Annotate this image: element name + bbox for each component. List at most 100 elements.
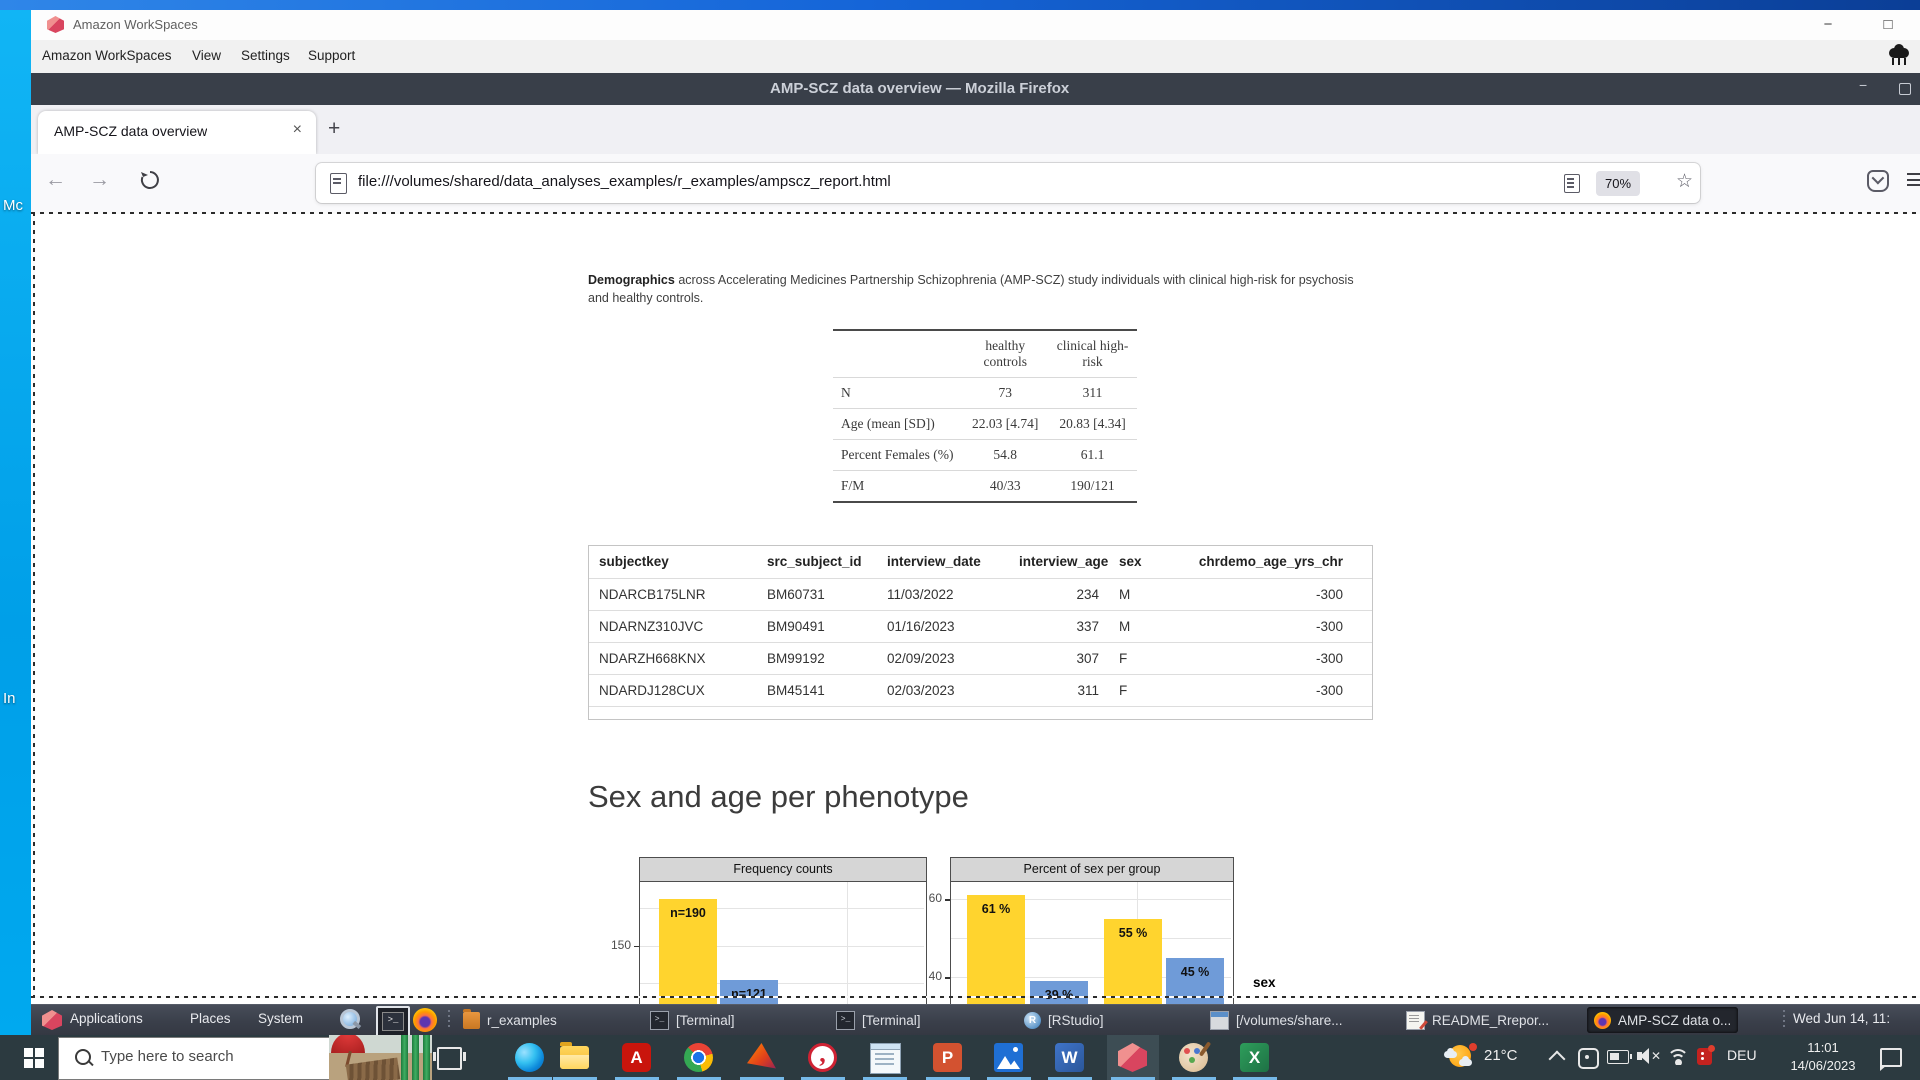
window-button[interactable]: AMP-SCZ data o... [1587, 1007, 1739, 1033]
paint-taskbar-button[interactable] [1168, 1035, 1220, 1080]
y-tick-label: 60 [928, 891, 942, 905]
comma-taskbar-button[interactable]: , [797, 1035, 849, 1080]
acrobat-taskbar-button[interactable]: A [611, 1035, 663, 1080]
table-row: NDARCB175LNR BM60731 11/03/2022 234 M -300 -30… [589, 578, 1372, 610]
url-text[interactable]: file:///volumes/shared/data_analyses_exa… [358, 173, 891, 190]
window-button[interactable]: [/volumes/share... [1203, 1007, 1350, 1033]
terminal-launcher-icon[interactable]: >_ [376, 1006, 410, 1038]
acrobat-icon: A [622, 1043, 651, 1072]
task-view-icon[interactable] [433, 1047, 466, 1070]
new-tab-icon[interactable]: + [328, 117, 340, 141]
matlab-icon [747, 1043, 776, 1069]
pocket-icon[interactable] [1867, 170, 1889, 192]
reload-icon[interactable] [139, 169, 161, 191]
windows-clock[interactable]: 11:01 14/06/2023 [1778, 1039, 1868, 1075]
back-icon[interactable]: ← [45, 168, 66, 192]
url-bar[interactable]: file:///volumes/shared/data_analyses_exa… [316, 163, 1700, 203]
bar-label: 61 % [981, 902, 1011, 917]
word-taskbar-button[interactable]: W [1044, 1035, 1096, 1080]
weather-icon[interactable] [1444, 1043, 1477, 1071]
running-indicator [677, 1076, 721, 1080]
keyboard-language-label[interactable]: DEU [1727, 1047, 1757, 1063]
photos-taskbar-button[interactable] [983, 1035, 1035, 1080]
table-cell: BM45141 [767, 682, 825, 698]
data-table-wrap[interactable]: subjectkey src_subject_id interview_date in… [588, 545, 1373, 720]
menu-hamburger-icon[interactable] [1907, 173, 1920, 187]
column-header: interview_date [887, 554, 981, 570]
window-button[interactable]: >_ [Terminal] [829, 1007, 928, 1033]
tab-close-icon[interactable]: × [293, 121, 302, 139]
window-button[interactable]: r_examples [456, 1007, 564, 1033]
table-cell: NDARDJ128CUX [599, 682, 705, 698]
linux-menu-logo-icon[interactable] [42, 1010, 62, 1030]
table-cell: NDARZH668KNX [599, 650, 706, 666]
tray-chevron-up-icon[interactable] [1548, 1050, 1566, 1068]
window-button-label: README_Rrepor... [1432, 1012, 1550, 1028]
table-cell: Age (mean [SD]) [841, 416, 935, 431]
host-wallpaper-left: Mc In [0, 10, 31, 1035]
linux-clock[interactable]: Wed Jun 14, 11: [1793, 1011, 1890, 1026]
table-cell: 22.03 [4.74] [972, 416, 1039, 431]
battery-icon[interactable] [1607, 1050, 1632, 1064]
table-cell: -300 [1315, 618, 1343, 634]
explorer-taskbar-button[interactable] [549, 1035, 601, 1080]
firefox-minimize-icon[interactable]: − [1859, 77, 1867, 93]
running-indicator [615, 1076, 659, 1080]
table-cell: BM99192 [767, 650, 825, 666]
files-icon [1210, 1010, 1229, 1030]
chrome-taskbar-button[interactable] [673, 1035, 725, 1080]
menu-view[interactable]: View [192, 48, 221, 63]
applications-menu[interactable]: Applications [70, 1011, 143, 1026]
maximize-icon[interactable]: □ [1875, 13, 1901, 37]
menu-settings[interactable]: Settings [241, 48, 290, 63]
intro-paragraph: Demographics across Accelerating Medicin… [588, 272, 1354, 305]
wifi-icon[interactable] [1666, 1047, 1688, 1065]
table-cell: 307 [1076, 650, 1099, 666]
minimize-icon[interactable]: − [1815, 13, 1841, 37]
column-header: subjectkey [599, 554, 669, 570]
table-cell: BM90491 [767, 618, 825, 634]
notepad-taskbar-button[interactable] [859, 1035, 911, 1080]
bookmark-star-icon[interactable]: ☆ [1676, 170, 1693, 193]
table-cell: -300 [1353, 674, 1372, 706]
running-indicator [740, 1076, 784, 1080]
forward-icon[interactable]: → [89, 168, 110, 192]
table-cell: 311 [1082, 385, 1103, 400]
system-menu[interactable]: System [258, 1011, 303, 1026]
search-launcher-icon[interactable] [340, 1009, 362, 1031]
menu-amazon-workspaces[interactable]: Amazon WorkSpaces [42, 48, 172, 63]
chrome-icon [684, 1043, 713, 1072]
edge-icon [515, 1043, 544, 1072]
paint-icon [1179, 1043, 1208, 1072]
meet-now-icon[interactable] [1578, 1048, 1599, 1069]
zoom-level-badge[interactable]: 70% [1596, 171, 1641, 196]
menu-support[interactable]: Support [308, 48, 355, 63]
running-indicator [926, 1076, 970, 1080]
desktop-icon-label[interactable]: Mc [3, 197, 23, 214]
column-header [833, 330, 962, 378]
firefox-titlebar[interactable]: AMP-SCZ data overview — Mozilla Firefox … [31, 73, 1920, 105]
volume-muted-icon[interactable]: ✕ [1637, 1048, 1661, 1065]
start-button[interactable] [10, 1035, 56, 1080]
window-button[interactable]: README_Rrepor... [1399, 1007, 1556, 1033]
network-status-icon[interactable] [1889, 44, 1911, 66]
firefox-launcher-icon[interactable] [413, 1008, 437, 1032]
desktop-icon-label[interactable]: In [3, 690, 16, 707]
workspaces-taskbar-button[interactable] [1107, 1035, 1159, 1080]
workspaces-logo-icon [47, 16, 64, 33]
firefox-restore-icon[interactable] [1899, 83, 1911, 95]
matlab-taskbar-button[interactable] [736, 1035, 788, 1080]
excel-taskbar-button[interactable]: X [1229, 1035, 1281, 1080]
temperature-label[interactable]: 21°C [1484, 1047, 1518, 1064]
action-center-icon[interactable] [1880, 1048, 1902, 1071]
security-tray-icon[interactable] [1697, 1045, 1715, 1065]
powerpoint-taskbar-button[interactable]: P [922, 1035, 974, 1080]
places-menu[interactable]: Places [190, 1011, 231, 1026]
table-cell: NDARCB175LNR [599, 586, 706, 602]
table-cell: Percent Females (%) [841, 447, 954, 462]
reader-view-icon[interactable] [1564, 174, 1580, 193]
notepad-icon [870, 1043, 901, 1074]
window-button[interactable]: >_ [Terminal] [643, 1007, 742, 1033]
window-button[interactable]: R [RStudio] [1017, 1007, 1111, 1033]
tab-amp-scz-report[interactable]: AMP-SCZ data overview × [38, 111, 316, 154]
